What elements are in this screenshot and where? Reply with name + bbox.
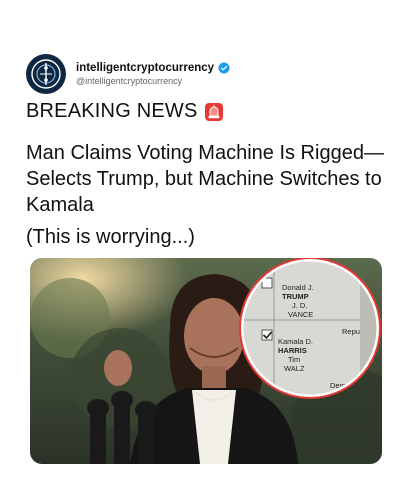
ballot-line6: HARRIS [278,346,307,355]
ballot-line2: TRUMP [282,292,309,301]
ballot-line1: Donald J. [282,283,314,292]
verified-badge-icon [218,62,230,74]
rotating-light-icon [204,102,223,121]
post-subtext: (This is worrying...) [26,226,195,248]
post-header: intelligentcryptocurrency @intelligentcr… [26,54,230,94]
account-handle[interactable]: @intelligentcryptocurrency [76,76,230,86]
breaking-news-text: BREAKING NEWS [26,100,198,122]
news-photo: Donald J. TRUMP J. D. VANCE Repub Kamala… [30,258,382,464]
ballot-line8: WALZ [284,364,305,373]
ballot-line3: J. D. [292,301,307,310]
crypto-coin-logo-icon [31,59,61,89]
post-headline: Man Claims Voting Machine Is Rigged—Sele… [26,142,384,216]
display-name[interactable]: intelligentcryptocurrency [76,62,214,74]
ballot-line7: Tim [288,355,300,364]
ballot-line5: Kamala D. [278,337,313,346]
ballot-line4: VANCE [288,310,313,319]
breaking-news-label: BREAKING NEWS [26,100,224,123]
avatar[interactable] [26,54,66,94]
post-photo[interactable]: Donald J. TRUMP J. D. VANCE Repub Kamala… [30,258,382,464]
